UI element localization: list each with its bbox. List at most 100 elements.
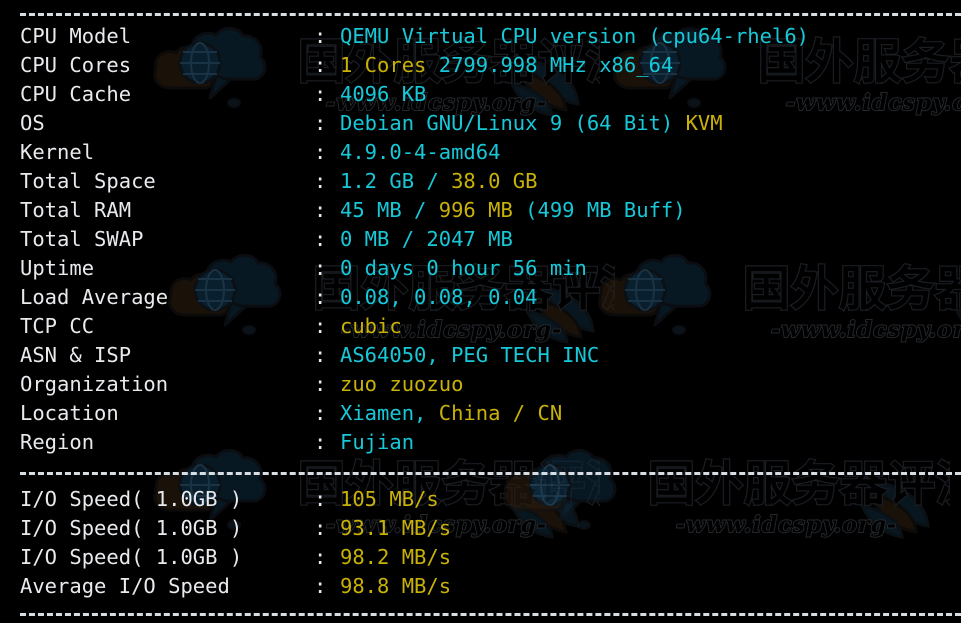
value-fragment: 4096 KB (340, 82, 426, 106)
value-fragment: cubic (340, 314, 402, 338)
value-fragment: 93.1 MB/s (340, 516, 451, 540)
value-fragment: (499 MB Buff) (513, 198, 686, 222)
info-row: Kernel:4.9.0-4-amd64 (0, 138, 961, 167)
info-row: I/O Speed( 1.0GB ):93.1 MB/s (0, 514, 961, 543)
row-colon: : (314, 80, 326, 109)
row-colon: : (314, 138, 326, 167)
value-fragment: 38.0 GB (451, 169, 537, 193)
value-fragment: 1.2 GB / (340, 169, 451, 193)
info-row: TCP CC: cubic (0, 312, 961, 341)
system-info-value: Xiamen, China / CN (340, 399, 562, 428)
info-row: Total SWAP:0 MB / 2047 MB (0, 225, 961, 254)
value-fragment: zuo zuozuo (340, 372, 463, 396)
io-result-value: 98.8 MB/s (340, 572, 451, 601)
system-info-label: CPU Cores (20, 51, 131, 80)
value-fragment: 98.2 MB/s (340, 545, 451, 569)
info-row: CPU Cache:4096 KB (0, 80, 961, 109)
value-fragment: 0 days 0 hour 56 min (340, 256, 587, 280)
row-colon: : (314, 543, 326, 572)
system-info-value: 0 days 0 hour 56 min (340, 254, 587, 283)
system-info-label: Organization (20, 370, 168, 399)
system-info-label: Uptime (20, 254, 94, 283)
value-fragment: 0 MB / 2047 MB (340, 227, 513, 251)
info-row: Total Space:1.2 GB / 38.0 GB (0, 167, 961, 196)
row-colon: : (314, 254, 326, 283)
info-row: Location: Xiamen, China / CN (0, 399, 961, 428)
io-result-value: 93.1 MB/s (340, 514, 451, 543)
separator-top (20, 13, 961, 16)
row-colon: : (314, 51, 326, 80)
row-colon: : (314, 312, 326, 341)
info-row: Region: Fujian (0, 428, 961, 457)
value-fragment: KVM (686, 111, 723, 135)
system-info-value: 45 MB / 996 MB (499 MB Buff) (340, 196, 686, 225)
value-fragment: Fujian (340, 430, 414, 454)
info-row: I/O Speed( 1.0GB ):98.2 MB/s (0, 543, 961, 572)
value-fragment: AS64050, PEG TECH INC (340, 343, 599, 367)
row-colon: : (314, 428, 326, 457)
row-colon: : (314, 514, 326, 543)
system-info-label: Total RAM (20, 196, 131, 225)
value-fragment: 105 MB/s (340, 487, 439, 511)
system-info-value: Debian GNU/Linux 9 (64 Bit) KVM (340, 109, 723, 138)
system-info-label: Kernel (20, 138, 94, 167)
row-colon: : (314, 341, 326, 370)
system-info-label: ASN & ISP (20, 341, 131, 370)
system-info-value: QEMU Virtual CPU version (cpu64-rhel6) (340, 22, 809, 51)
system-info-value: zuo zuozuo (340, 370, 463, 399)
io-result-label: I/O Speed( 1.0GB ) (20, 514, 242, 543)
system-info-label: Location (20, 399, 119, 428)
value-fragment: 98.8 MB/s (340, 574, 451, 598)
separator-bottom (20, 613, 961, 616)
row-colon: : (314, 485, 326, 514)
row-colon: : (314, 225, 326, 254)
row-colon: : (314, 22, 326, 51)
info-row: ASN & ISP: AS64050, PEG TECH INC (0, 341, 961, 370)
system-info-label: CPU Cache (20, 80, 131, 109)
value-fragment: Debian GNU/Linux 9 (64 Bit) (340, 111, 686, 135)
system-info-label: Total Space (20, 167, 156, 196)
info-row: I/O Speed( 1.0GB ):105 MB/s (0, 485, 961, 514)
row-colon: : (314, 109, 326, 138)
info-row: Total RAM:45 MB / 996 MB (499 MB Buff) (0, 196, 961, 225)
row-colon: : (314, 196, 326, 225)
terminal-window: 国外服务器评测 -www.idcspy.org- 国外服务器评测 -www.id… (0, 0, 961, 623)
system-info-value: 4096 KB (340, 80, 426, 109)
system-info-label: Load Average (20, 283, 168, 312)
row-colon: : (314, 283, 326, 312)
io-result-value: 105 MB/s (340, 485, 439, 514)
info-row: CPU Model: QEMU Virtual CPU version (cpu6… (0, 22, 961, 51)
system-info-value: cubic (340, 312, 402, 341)
separator-middle (20, 472, 961, 475)
info-row: CPU Cores:1 Cores 2799.998 MHz x86_64 (0, 51, 961, 80)
system-info-value: 1.2 GB / 38.0 GB (340, 167, 538, 196)
value-fragment: 0.08, 0.08, 0.04 (340, 285, 537, 309)
io-result-label: I/O Speed( 1.0GB ) (20, 485, 242, 514)
system-info-label: TCP CC (20, 312, 94, 341)
info-row: OS:Debian GNU/Linux 9 (64 Bit) KVM (0, 109, 961, 138)
system-info-value: AS64050, PEG TECH INC (340, 341, 599, 370)
system-info-value: 0 MB / 2047 MB (340, 225, 513, 254)
info-row: Average I/O Speed:98.8 MB/s (0, 572, 961, 601)
value-fragment: Xiamen, (340, 401, 439, 425)
value-fragment: 4.9.0-4-amd64 (340, 140, 500, 164)
value-fragment: QEMU Virtual CPU version (cpu64-rhel6) (340, 24, 809, 48)
row-colon: : (314, 399, 326, 428)
value-fragment: 1 Cores (340, 53, 426, 77)
value-fragment: 2799.998 MHz x86_64 (426, 53, 673, 77)
info-row: Organization: zuo zuozuo (0, 370, 961, 399)
system-info-label: Region (20, 428, 94, 457)
value-fragment: 996 MB (439, 198, 513, 222)
system-info-label: CPU Model (20, 22, 131, 51)
row-colon: : (314, 167, 326, 196)
row-colon: : (314, 572, 326, 601)
io-result-label: I/O Speed( 1.0GB ) (20, 543, 242, 572)
row-colon: : (314, 370, 326, 399)
value-fragment: 45 MB / (340, 198, 439, 222)
system-info-value: Fujian (340, 428, 414, 457)
io-result-value: 98.2 MB/s (340, 543, 451, 572)
system-info-label: Total SWAP (20, 225, 143, 254)
value-fragment: China / CN (439, 401, 562, 425)
info-row: Uptime:0 days 0 hour 56 min (0, 254, 961, 283)
system-info-value: 4.9.0-4-amd64 (340, 138, 500, 167)
